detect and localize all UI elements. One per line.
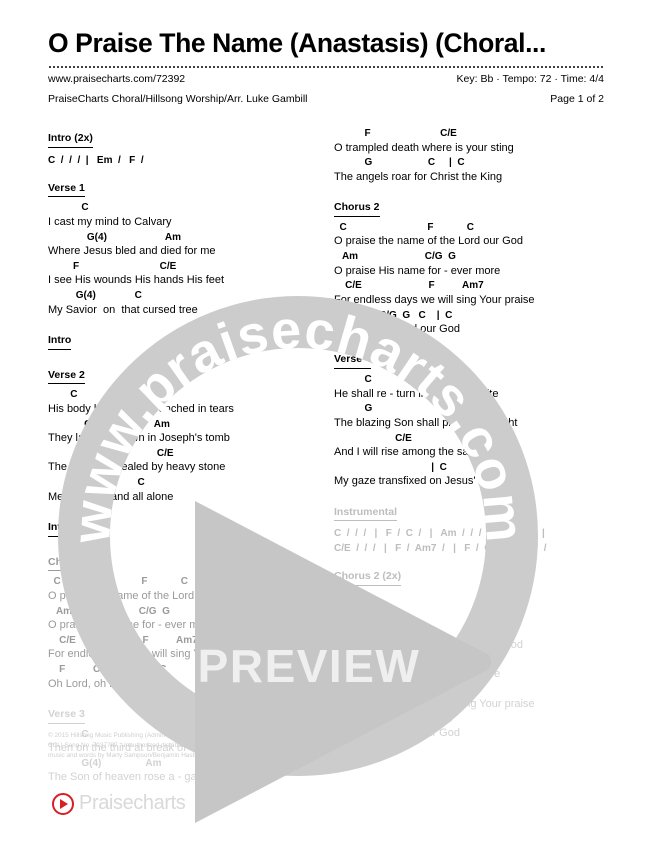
section-label: Chorus 3 (334, 605, 380, 621)
chart-section: Verse 4 C He shall re - turn in robes of … (334, 349, 604, 488)
chord-progression: C / / / | F / C / | Am / / / | F / C / | (334, 528, 545, 540)
lyric-line: The blazing Son shall pierce the night (334, 416, 518, 429)
lyric-line: For endless days we will sing Your prais… (334, 697, 535, 710)
chart-section: Intro (48, 330, 318, 355)
lyric-line: The angels roar for Christ the King (334, 170, 503, 183)
chord-line: C (48, 389, 78, 401)
chord-line: Am C/G G (334, 654, 456, 666)
logo-wordmark: Praisecharts (79, 792, 186, 814)
section-label: Chorus 1 (48, 556, 94, 572)
section-label: Verse 4 (334, 353, 371, 370)
chord-line: G(4) Am (48, 418, 170, 430)
chord-line: C F C (334, 625, 475, 637)
chart-section: Chorus 2 (2x) (334, 566, 604, 591)
chart-section: F C/E O trampled death where is your stin… (334, 128, 604, 184)
chord-line: C/E (334, 432, 412, 444)
chart-column-right: F C/E O trampled death where is your stin… (334, 128, 604, 753)
lyric-line: I cast my mind to Calvary (48, 215, 172, 228)
lyric-line: O praise His name for - ever more (334, 668, 501, 681)
section-label: Verse 1 (48, 182, 85, 198)
chord-line: Am C/G G (48, 605, 170, 617)
lyric-line: Oh Lord, oh Lord our God (334, 323, 460, 336)
chord-line: C F C (48, 576, 189, 588)
chord-line: C/E F Am7 (48, 634, 198, 646)
chart-section: Intro (48, 517, 318, 542)
section-label: Intro (2x) (48, 132, 93, 148)
section-label: Instrumental (334, 506, 398, 522)
chord-line: | C (334, 461, 447, 473)
section-label: Chorus 2 (2x) (334, 570, 402, 587)
lyric-line: He shall re - turn in robes of white (334, 387, 499, 400)
chart-section: Instrumental C / / / | F / C / | Am / / /… (334, 502, 604, 557)
chart-section: Verse 1 CI cast my mind to Calvary G(4) … (48, 178, 318, 317)
chord-line: C/E F Am7 (334, 684, 484, 696)
chart-section: Chorus 1 C F CO praise the name of the L… (48, 552, 318, 691)
chart-section: Chorus 2 C F C O praise the name of the L… (334, 197, 604, 336)
section-label: Intro (48, 521, 72, 537)
lyric-line: Oh Lord, oh Lord our God (48, 677, 174, 690)
lyric-line: The Son of heaven rose a - gain (48, 771, 206, 784)
arrangement-credits: PraiseCharts Choral/Hillsong Worship/Arr… (48, 92, 308, 105)
chart-section: Chorus 3 C F C O praise the name of the L… (334, 601, 604, 740)
chord-line: C/E F Am7 (334, 280, 484, 292)
chord-line: G(4) Am (48, 231, 181, 243)
chord-line: G(4) C (48, 290, 142, 302)
lyric-line: For endless days we will sing Your prais… (334, 293, 535, 306)
lyric-line: My gaze transfixed on Jesus' face (334, 475, 500, 488)
chord-line: C (334, 374, 372, 386)
lyric-line: O praise His name for - ever more (48, 619, 215, 632)
section-label: Intro (48, 334, 72, 350)
lyric-line: And I will rise among the saints (334, 446, 486, 459)
section-label: Verse 3 (48, 708, 85, 724)
chart-column-left: Intro (2x) C / / / | Em / F / Verse 1 CI c… (48, 128, 318, 798)
lyric-line: O praise the name of the Lord our God (48, 589, 237, 602)
chord-line: F C/E (48, 260, 177, 272)
chord-line: Am C/G G (334, 251, 456, 263)
chord-line: C F C (334, 221, 475, 233)
lyric-line: I see His wounds His hands His feet (48, 274, 225, 287)
chord-line: F C/E (334, 128, 457, 139)
lyric-line: O praise His name for - ever more (334, 264, 501, 277)
lyric-line: For endless days we will sing Your prais… (48, 648, 249, 661)
lyric-line: Where Jesus bled and died for me (48, 245, 216, 258)
lyric-line: They laid Him down in Joseph's tomb (48, 432, 230, 445)
praisecharts-logo: Praisecharts (52, 792, 186, 815)
lyric-line: O trampled death where is your sting (334, 141, 514, 154)
chart-section: Intro (2x) C / / / | Em / F / (48, 128, 318, 168)
chord-line: F C/G G C | C (334, 713, 453, 725)
header-meta-row-2: PraiseCharts Choral/Hillsong Worship/Arr… (48, 92, 604, 107)
lyric-line: Oh Lord, oh Lord our God (334, 727, 460, 740)
chord-line: G(4) C (48, 477, 145, 489)
header-meta-row-1: www.praisecharts.com/72392 Key: Bb · Tem… (48, 72, 604, 87)
chord-line: F C/E (48, 447, 174, 459)
copyright-notice: © 2015 Hillsong Music Publishing (Admin … (48, 732, 246, 760)
section-label: Verse 2 (48, 369, 85, 385)
chord-line: G Am (334, 403, 458, 415)
header-divider (48, 66, 604, 69)
section-label: Chorus 2 (334, 201, 380, 217)
lyric-line: His body bound and drenched in tears (48, 402, 234, 415)
play-icon (52, 792, 74, 815)
chord-progression: C / / / | Em / F / (48, 154, 144, 166)
lyric-line: My Savior on that cursed tree (48, 303, 198, 316)
lyric-line: O praise the name of the Lord our God (334, 235, 523, 248)
chord-progression: C/E / / / | F / Am7 / | F / C / | G / / … (334, 543, 547, 555)
lyric-line: The entrance sealed by heavy stone (48, 461, 226, 474)
key-tempo-time: Key: Bb · Tempo: 72 · Time: 4/4 (456, 73, 604, 86)
chart-section: Verse 2 C His body bound and drenched in … (48, 365, 318, 504)
chord-line: C (48, 202, 89, 214)
lyric-line: Messiah still and all alone (48, 490, 174, 503)
chord-line: F C/G G C | C (48, 664, 167, 676)
chord-line: G C | C (334, 157, 465, 169)
page-indicator: Page 1 of 2 (550, 92, 604, 105)
lyric-line: O praise the name of the Lord our God (334, 639, 523, 652)
page-title: O Praise The Name (Anastasis) (Choral... (48, 28, 546, 58)
chord-line: F C/G G C | C (334, 309, 453, 321)
source-url[interactable]: www.praisecharts.com/72392 (48, 72, 185, 87)
chord-chart-page: O Praise The Name (Anastasis) (Choral...… (0, 0, 650, 850)
page-header: O Praise The Name (Anastasis) (Choral...… (48, 28, 604, 107)
